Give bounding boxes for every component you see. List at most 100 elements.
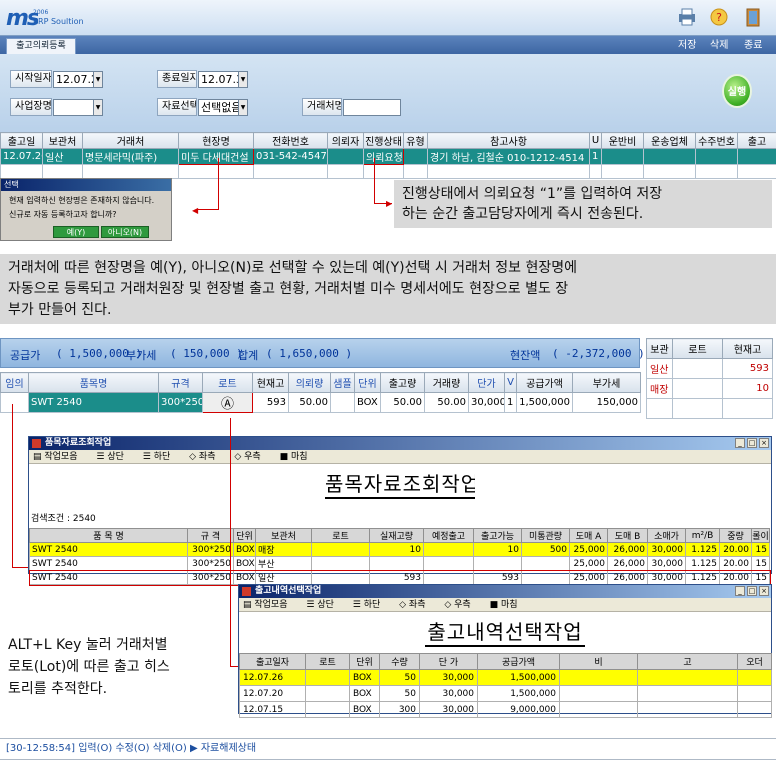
grid-cell[interactable]: 300*250: [187, 542, 234, 557]
grid-cell[interactable]: 26,000: [607, 556, 648, 571]
spec-cell[interactable]: 300*250: [158, 392, 203, 413]
col-header[interactable]: 규 격: [187, 528, 234, 543]
grid-cell[interactable]: [423, 556, 474, 571]
grid-cell[interactable]: [403, 148, 428, 165]
col-header[interactable]: 출고가능: [473, 528, 522, 543]
end-date-input[interactable]: 12.07.30 ▼: [198, 71, 248, 88]
grid-cell[interactable]: 26,000: [607, 542, 648, 557]
col-header[interactable]: 실재고량: [369, 528, 424, 543]
col-header[interactable]: 운반비: [601, 132, 644, 149]
col-header[interactable]: 공급가액: [516, 372, 573, 393]
grid-cell[interactable]: [672, 358, 723, 379]
grid-cell[interactable]: 1,500,000: [477, 669, 560, 686]
grid-cell[interactable]: 150,000: [572, 392, 641, 413]
col-header[interactable]: 중량: [719, 528, 752, 543]
grid-cell[interactable]: 12.07.26: [239, 669, 306, 686]
col-header[interactable]: 거래처: [82, 132, 179, 149]
grid-cell[interactable]: 매장: [255, 542, 312, 557]
item-name-cell[interactable]: SWT 2540: [28, 392, 159, 413]
grid-cell[interactable]: BOX: [349, 685, 380, 702]
close-button[interactable]: 종료: [744, 38, 762, 54]
grid-cell[interactable]: BOX: [349, 701, 380, 718]
filter-select[interactable]: 선택없음 ▼: [198, 99, 248, 116]
col-header[interactable]: 보관처: [255, 528, 312, 543]
table-row[interactable]: 일산 593: [646, 358, 773, 379]
client-input[interactable]: [343, 99, 401, 116]
col-header[interactable]: 규격: [158, 372, 203, 393]
grid-cell[interactable]: [737, 701, 772, 718]
grid-cell[interactable]: 30,000: [419, 669, 478, 686]
exit-icon[interactable]: [742, 6, 764, 28]
grid-cell[interactable]: [423, 570, 474, 585]
grid-cell[interactable]: 10: [722, 378, 773, 399]
tab-order-request[interactable]: 출고의뢰등록: [6, 38, 76, 54]
grid-cell[interactable]: [305, 669, 350, 686]
col-header[interactable]: 출고: [737, 132, 776, 149]
business-select[interactable]: ▼: [53, 99, 103, 116]
toolbar-top-button[interactable]: ☰ 상단: [96, 452, 132, 462]
grid-cell[interactable]: [330, 392, 355, 413]
grid-cell[interactable]: 300*250: [187, 556, 234, 571]
toolbar-menu-button[interactable]: ▤ 작업모음: [33, 452, 86, 462]
grid-cell[interactable]: 25,000: [569, 556, 608, 571]
col-header[interactable]: 의뢰자: [327, 132, 364, 149]
grid-cell[interactable]: [305, 685, 350, 702]
col-header[interactable]: 오더: [737, 653, 772, 670]
grid-cell[interactable]: BOX: [233, 570, 256, 585]
table-row[interactable]: SWT 2540 300*250 BOX 매장 10 10 500 25,000…: [29, 542, 770, 557]
col-header[interactable]: 전화번호: [253, 132, 328, 149]
col-header[interactable]: 샘플: [330, 372, 355, 393]
grid-cell[interactable]: [637, 669, 738, 686]
col-header[interactable]: V: [504, 372, 517, 393]
grid-cell[interactable]: [737, 669, 772, 686]
col-header[interactable]: 진행상태: [363, 132, 404, 149]
grid-cell[interactable]: [521, 556, 570, 571]
grid-cell[interactable]: 30,000: [419, 685, 478, 702]
grid-cell[interactable]: 부산: [255, 556, 312, 571]
grid-cell[interactable]: 경기 하남, 김철순 010-1212-4514: [427, 148, 590, 165]
grid-cell[interactable]: [559, 701, 638, 718]
no-button[interactable]: 아니오(N): [101, 226, 149, 238]
col-header[interactable]: 단가: [468, 372, 505, 393]
toolbar-right-button[interactable]: ◇ 우측: [234, 452, 268, 462]
site-name-cell[interactable]: 미두 다세대건설: [178, 148, 254, 165]
grid-cell[interactable]: 12.07.15: [239, 701, 306, 718]
col-header[interactable]: 단위: [354, 372, 381, 393]
table-row[interactable]: [646, 398, 773, 419]
save-button[interactable]: 저장: [678, 38, 696, 54]
col-header[interactable]: 임의: [0, 372, 29, 393]
grid-cell[interactable]: 15: [751, 542, 770, 557]
minimize-icon[interactable]: _: [735, 586, 745, 596]
chevron-down-icon[interactable]: ▼: [93, 72, 102, 87]
help-icon[interactable]: ?: [708, 6, 730, 28]
col-header[interactable]: 출고량: [380, 372, 425, 393]
grid-cell[interactable]: 30,000: [647, 542, 686, 557]
grid-cell[interactable]: 30,000: [647, 570, 686, 585]
grid-cell[interactable]: 9,000,000: [477, 701, 560, 718]
grid-cell[interactable]: 300: [379, 701, 420, 718]
lot-cell[interactable]: Ⓐ: [202, 392, 253, 413]
grid-cell[interactable]: 50: [379, 669, 420, 686]
table-row[interactable]: [0, 164, 776, 179]
toolbar-menu-button[interactable]: ▤ 작업모음: [243, 600, 296, 610]
grid-cell[interactable]: 1,500,000: [516, 392, 573, 413]
col-header[interactable]: 도매 A: [569, 528, 608, 543]
toolbar-left-button[interactable]: ◇ 좌측: [189, 452, 223, 462]
col-header[interactable]: 품 목 명: [29, 528, 188, 543]
close-icon[interactable]: ×: [759, 438, 769, 448]
maximize-icon[interactable]: □: [747, 438, 757, 448]
grid-cell[interactable]: [559, 685, 638, 702]
grid-cell[interactable]: SWT 2540: [29, 542, 188, 557]
grid-cell[interactable]: [695, 148, 738, 165]
col-header[interactable]: 로트: [305, 653, 350, 670]
grid-cell[interactable]: 593: [369, 570, 424, 585]
table-row[interactable]: 12.07.20 BOX 50 30,000 1,500,000: [239, 685, 772, 702]
table-row[interactable]: 12.07.26 일산 명문세라믹(파주) 미두 다세대건설 031-542-4…: [0, 148, 776, 165]
col-header[interactable]: 보관: [646, 338, 673, 359]
col-header[interactable]: 부가세: [572, 372, 641, 393]
grid-cell[interactable]: 15: [751, 556, 770, 571]
chevron-down-icon[interactable]: ▼: [93, 100, 102, 115]
col-header[interactable]: 예정출고: [423, 528, 474, 543]
grid-cell[interactable]: SWT 2540: [29, 556, 188, 571]
col-header[interactable]: 현장명: [178, 132, 254, 149]
